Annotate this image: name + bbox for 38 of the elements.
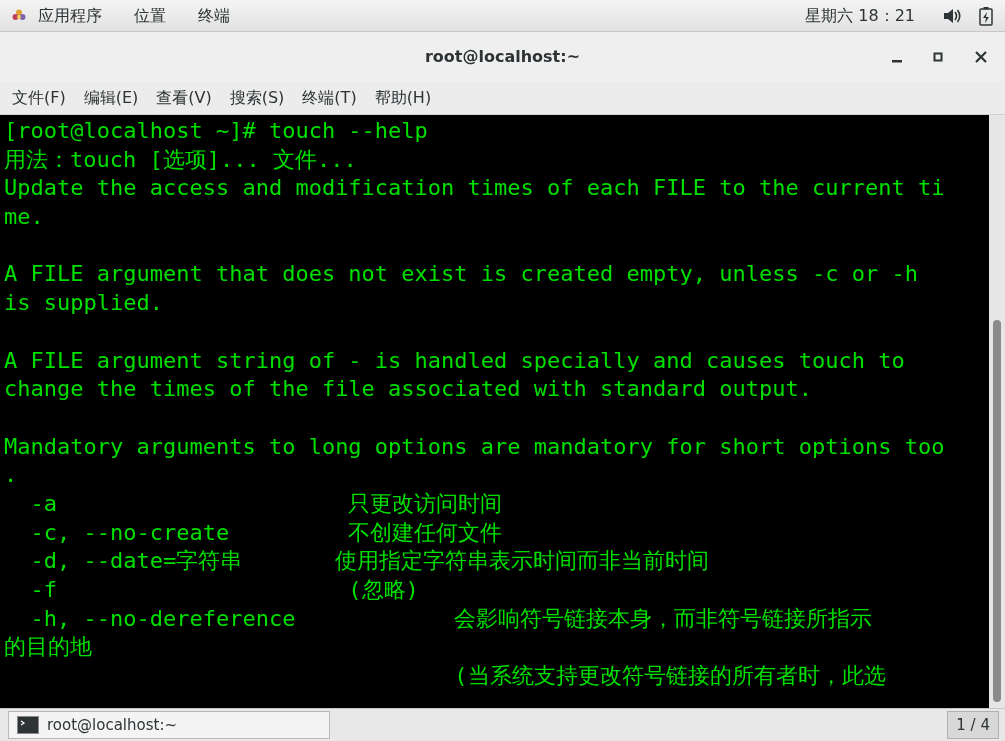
scrollbar[interactable] <box>989 115 1005 708</box>
clock[interactable]: 星期六 18：21 <box>805 3 915 28</box>
terminal-line: Update the access and modification times of each FILE to the current ti <box>4 175 945 201</box>
menu-item[interactable]: 搜索(S) <box>229 86 285 110</box>
top-menu[interactable]: 应用程序 <box>38 3 102 28</box>
flower-icon <box>12 8 26 23</box>
menu-item[interactable]: 文件(F) <box>12 86 66 110</box>
terminal-line: -h, --no-dereference 会影响符号链接本身，而非符号链接所指示 <box>29 605 873 631</box>
window-title: root@localhost:~ <box>424 46 581 68</box>
top-menu[interactable]: 终端 <box>198 3 230 28</box>
volume-icon[interactable] <box>943 7 961 24</box>
terminal-line: 的目的地 <box>4 634 92 660</box>
terminal-line: [root@localhost ~]# touch --help <box>4 118 428 143</box>
taskbar-window-button[interactable]: root@localhost:~ <box>8 711 330 739</box>
terminal-line: me. <box>4 204 44 230</box>
terminal-line: -f (忽略) <box>29 577 419 602</box>
scrollbar-thumb[interactable] <box>993 320 1001 702</box>
menu-item[interactable]: 编辑(E) <box>83 86 139 110</box>
menu-item[interactable]: 帮助(H) <box>374 86 432 110</box>
battery-icon[interactable] <box>979 5 993 26</box>
terminal-line: -d, --date=字符串 使用指定字符串表示时间而非当前时间 <box>29 548 709 574</box>
terminal-line: 用法：touch [选项]... 文件... <box>4 146 357 172</box>
terminal-line: A FILE argument that does not exist is created empty, unless -c or -h <box>4 261 918 287</box>
terminal-line: is supplied. <box>4 290 163 316</box>
terminal-line: (当系统支持更改符号链接的所有者时，此选 <box>453 663 886 689</box>
menu-item[interactable]: 终端(T) <box>302 86 357 110</box>
maximize-icon[interactable] <box>933 52 943 62</box>
terminal-icon <box>17 716 39 734</box>
terminal-line: A FILE argument string of - is handled specially and causes touch to <box>4 347 905 373</box>
terminal-line: -a 只更改访问时间 <box>29 490 503 516</box>
terminal-line: -c, --no-create 不创建任何文件 <box>29 519 503 545</box>
workspace-indicator[interactable]: 1 / 4 <box>947 710 999 740</box>
terminal-line: . <box>4 462 18 488</box>
menu-item[interactable]: 查看(V) <box>156 86 212 110</box>
terminal-line: Mandatory arguments to long options are mandatory for short options too <box>4 433 945 459</box>
top-menu[interactable]: 位置 <box>134 3 166 28</box>
terminal-line: change the times of the file associated with standard output. <box>4 376 812 402</box>
close-icon[interactable] <box>975 51 987 63</box>
